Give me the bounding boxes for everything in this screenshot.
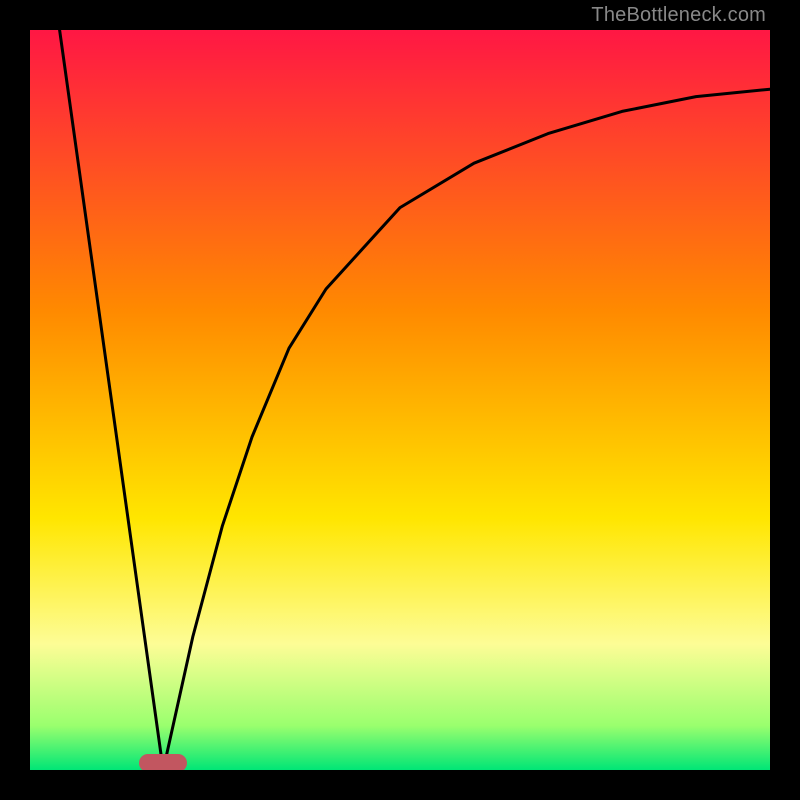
optimal-marker <box>139 754 187 770</box>
bottleneck-curve <box>30 30 770 770</box>
chart-frame: TheBottleneck.com <box>0 0 800 800</box>
watermark-text: TheBottleneck.com <box>591 4 766 27</box>
plot-area <box>30 30 770 770</box>
